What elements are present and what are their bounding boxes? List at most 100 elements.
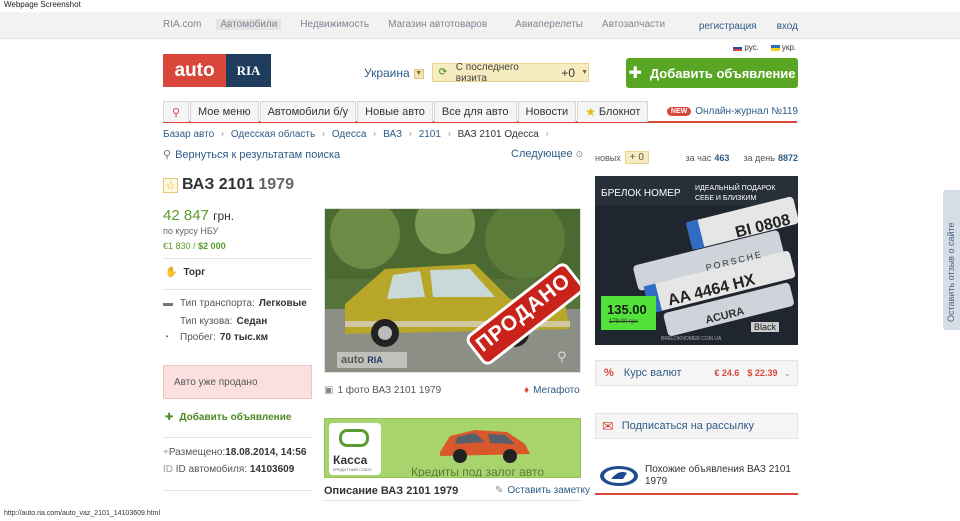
- listing-id: ID ID автомобиля: 14103609: [163, 464, 294, 475]
- breadcrumb-item[interactable]: Базар авто: [163, 129, 214, 140]
- spec-label: Тип кузова:: [180, 316, 233, 327]
- listing-year: 1979: [258, 176, 294, 193]
- banner-color-label: Black: [751, 322, 780, 332]
- topnav-ria[interactable]: RIA.com: [163, 19, 201, 30]
- spec-label: Тип транспорта:: [180, 298, 255, 309]
- star-icon: ★: [585, 105, 596, 119]
- feedback-label: Оставить отзыв о сайте: [946, 222, 956, 322]
- currency-rates[interactable]: % Курс валют € 24.6 $ 22.39 ⌄: [595, 360, 798, 386]
- tab-my-menu[interactable]: Мое меню: [190, 101, 259, 122]
- spec-row: ◔ Пробег: 70 тыс.км: [163, 332, 268, 343]
- back-to-results-link[interactable]: ⚲ Вернуться к результатам поиска: [163, 148, 341, 162]
- topnav-cars[interactable]: Автомобили: [216, 19, 282, 30]
- since-visit-count: +0: [561, 65, 576, 80]
- keychain-ad-banner[interactable]: БРЕЛОК НОМЕР ИДЕАЛЬНЫЙ ПОДАРОК СЕБЕ И БЛ…: [595, 176, 798, 345]
- divider: [163, 437, 312, 438]
- price-usd: $2 000: [198, 241, 226, 251]
- tab-all-for-auto[interactable]: Все для авто: [433, 101, 517, 122]
- stats-new-label: новых: [595, 152, 621, 163]
- lang-ru[interactable]: рус.: [733, 43, 759, 52]
- topnav-shop[interactable]: Магазин автотоваров: [388, 19, 487, 30]
- edit-icon: ✎: [495, 485, 504, 496]
- site-logo[interactable]: auto RIA: [163, 54, 271, 87]
- photo-caption[interactable]: ▣ 1 фото ВАЗ 2101 1979: [324, 385, 441, 396]
- since-last-visit[interactable]: ⟳ С последнего визита +0 ▼: [432, 62, 589, 84]
- topnav-parts[interactable]: Автозапчасти: [602, 19, 665, 30]
- divider: [163, 258, 312, 259]
- stats-new-count: + 0: [624, 151, 649, 164]
- sold-notice: Авто уже продано: [163, 365, 312, 399]
- spec-value: 70 тыс.км: [219, 332, 269, 343]
- feedback-tab[interactable]: Оставить отзыв о сайте: [943, 190, 960, 330]
- kassa-ad-banner[interactable]: Касса КРЕДИТНЫЙ СОЮЗ Кредиты под залог а…: [324, 418, 581, 478]
- divider: [163, 490, 312, 491]
- login-link[interactable]: вход: [777, 21, 798, 32]
- banner-slogan: ИДЕАЛЬНЫЙ ПОДАРОК СЕБЕ И БЛИЗКИМ: [695, 185, 776, 202]
- nbu-note: по курсу НБУ: [163, 226, 219, 236]
- subscribe-newsletter[interactable]: ✉ Подписаться на рассылку: [595, 413, 798, 439]
- banner-old-price: 179.00 грн: [609, 319, 638, 325]
- search-tab[interactable]: ⚲: [163, 101, 189, 122]
- watermark-auto: auto: [341, 354, 365, 366]
- banner-price: 135.00: [607, 302, 647, 317]
- tab-used-cars[interactable]: Автомобили б/у: [259, 101, 357, 122]
- next-listing-link[interactable]: Следующее ⊙: [511, 148, 583, 160]
- main-photo[interactable]: ПРОДАНО auto RIA ⚲: [324, 208, 581, 373]
- favorite-star-icon[interactable]: ☆: [163, 177, 178, 193]
- megaphoto-link[interactable]: ♦ Мегафото: [524, 385, 580, 396]
- chevron-down-icon: ▼: [581, 69, 588, 76]
- subscribe-label: Подписаться на рассылку: [621, 420, 754, 432]
- megaphoto-label: Мегафото: [533, 385, 580, 396]
- plus-icon: ✚: [628, 65, 642, 82]
- spec-row: ▬ Тип транспорта: Легковые: [163, 298, 307, 309]
- spec-label: Пробег:: [180, 332, 216, 343]
- chevron-right-icon: ›: [409, 129, 412, 138]
- journal-label: Онлайн-журнал №119: [695, 106, 798, 117]
- online-journal[interactable]: NEW Онлайн-журнал №119: [666, 106, 798, 117]
- spec-row: Тип кузова: Седан: [180, 316, 267, 327]
- tab-notepad[interactable]: ★ Блокнот: [577, 101, 649, 122]
- russia-flag-icon: [733, 44, 743, 51]
- add-listing-label: Добавить объявление: [649, 65, 796, 81]
- id-icon: ID: [163, 464, 173, 475]
- back-to-results-label: Вернуться к результатам поиска: [175, 148, 341, 161]
- stats-day-count: 8872: [777, 152, 798, 163]
- next-listing-label: Следующее: [511, 148, 573, 160]
- search-icon: ⚲: [171, 106, 181, 119]
- lang-ua[interactable]: укр.: [770, 43, 796, 52]
- listing-stats: новых + 0 за час 463 за день 8872: [595, 151, 798, 164]
- similar-listings[interactable]: Похожие объявления ВАЗ 2101 1979: [595, 459, 798, 495]
- register-link[interactable]: регистрация: [699, 21, 757, 32]
- stats-hour-count: 463: [714, 152, 730, 163]
- leave-note-link[interactable]: ✎ Оставить заметку: [495, 485, 590, 496]
- add-ad-link[interactable]: ✚ Добавить объявление: [165, 412, 291, 423]
- spec-value: Легковые: [258, 298, 307, 309]
- placed-label: Размещено:: [168, 447, 226, 458]
- lang-ru-label: рус.: [744, 43, 759, 52]
- id-label: ID автомобиля:: [175, 464, 248, 475]
- stats-hour-label: за час: [685, 152, 712, 163]
- breadcrumb-item[interactable]: ВАЗ: [383, 129, 402, 140]
- region-selector[interactable]: Украина ▼: [364, 66, 424, 80]
- kassa-brand: Касса: [333, 453, 368, 467]
- breadcrumb-item[interactable]: Одесса: [332, 129, 367, 140]
- kassa-ad-text: Кредиты под залог авто: [411, 465, 544, 478]
- divider: [163, 289, 312, 290]
- add-listing-button[interactable]: ✚ Добавить объявление: [626, 58, 798, 88]
- price-value: 42 847: [163, 207, 209, 224]
- tab-news[interactable]: Новости: [517, 101, 577, 122]
- topnav-flights[interactable]: Авиаперелеты: [515, 19, 583, 30]
- chevron-right-icon: ›: [447, 129, 451, 138]
- price-eur: €1 830: [163, 241, 191, 251]
- description-title: Описание ВАЗ 2101 1979: [324, 485, 459, 497]
- plus-icon: ✚: [165, 412, 174, 423]
- car-icon: ▬: [163, 298, 173, 309]
- topnav-realty[interactable]: Недвижимость: [300, 19, 369, 30]
- breadcrumb-item[interactable]: 2101: [419, 129, 441, 140]
- price: 42 847 грн.: [163, 207, 234, 224]
- breadcrumb-item[interactable]: Одесская область: [231, 129, 315, 140]
- zoom-icon[interactable]: ⚲: [557, 349, 567, 365]
- tab-new-cars[interactable]: Новые авто: [357, 101, 433, 122]
- breadcrumb-current: ВАЗ 2101 Одесса: [457, 129, 539, 140]
- listing-title: ☆ ВАЗ 2101 1979: [163, 176, 294, 194]
